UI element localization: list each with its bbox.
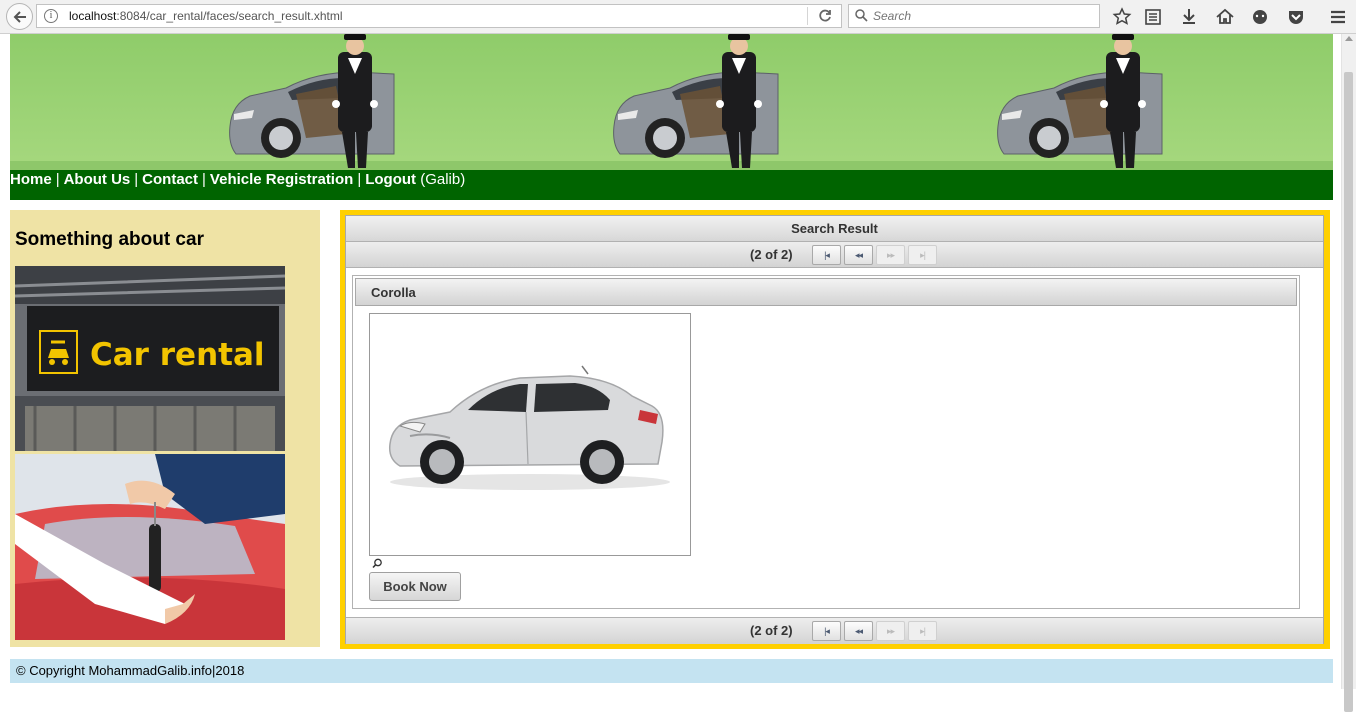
search-icon [855,9,868,22]
chauffeur-car-illustration [613,34,779,168]
car-image-frame[interactable] [369,313,691,556]
home-icon[interactable] [1215,7,1235,27]
main-navigation: Home | About Us | Contact | Vehicle Registrati… [10,170,1333,200]
reading-list-icon[interactable] [1143,7,1163,27]
url-host: localhost [69,9,117,23]
logged-in-user: (Galib) [420,171,466,188]
footer: © Copyright MohammadGalib.info|2018 [10,659,1333,683]
bookmark-star-icon[interactable] [1112,7,1132,27]
info-icon[interactable]: i [44,9,58,23]
car-image [388,365,670,490]
chauffeur-car-illustration [997,34,1163,168]
scrollbar-thumb[interactable] [1344,72,1353,712]
scroll-up-arrow-icon[interactable] [1345,36,1353,41]
browser-search-input[interactable] [873,7,1093,25]
url-text[interactable]: localhost:8084/car_rental/faces/search_r… [69,9,343,23]
menu-icon[interactable] [1328,7,1348,27]
browser-search-bar[interactable] [848,4,1100,28]
sign-text: Car rental [90,337,265,373]
car-name: Corolla [355,278,1297,306]
first-page-button[interactable]: |◂ [812,621,841,641]
browser-toolbar: i localhost:8084/car_rental/faces/search… [0,0,1356,34]
chat-icon[interactable] [1250,7,1270,27]
header-banner [10,34,1333,171]
next-page-button[interactable]: ▸▸ [876,245,905,265]
sidebar: Something about car Car rental [10,210,320,647]
prev-page-button[interactable]: ◂◂ [844,245,873,265]
nav-contact-link[interactable]: Contact [142,171,198,188]
page-count: (2 of 2) [750,623,793,638]
download-icon[interactable] [1179,7,1199,27]
page-count: (2 of 2) [750,247,793,262]
url-divider [807,7,808,25]
bottom-paginator: (2 of 2) |◂ ◂◂ ▸▸ ▸| [346,617,1323,644]
nav-about-link[interactable]: About Us [64,171,131,188]
zoom-icon[interactable] [372,558,383,569]
reload-icon[interactable] [817,8,833,24]
car-keys-image [15,454,285,640]
sidebar-title: Something about car [15,229,204,250]
back-button[interactable] [6,3,33,30]
book-now-button[interactable]: Book Now [369,572,461,601]
arrow-left-icon [13,11,26,23]
nav-separator: | [202,171,206,188]
prev-page-button[interactable]: ◂◂ [844,621,873,641]
address-bar[interactable]: i localhost:8084/car_rental/faces/search… [36,4,842,28]
search-result-header: Search Result [346,216,1323,242]
nav-separator: | [134,171,139,188]
nav-logout-link[interactable]: Logout [365,171,416,188]
last-page-button[interactable]: ▸| [908,245,937,265]
top-paginator: (2 of 2) |◂ ◂◂ ▸▸ ▸| [346,242,1323,268]
last-page-button[interactable]: ▸| [908,621,937,641]
nav-vehicle-registration-link[interactable]: Vehicle Registration [210,171,353,188]
search-result-container: Search Result (2 of 2) |◂ ◂◂ ▸▸ ▸| Corol… [340,210,1330,649]
pocket-icon[interactable] [1286,7,1306,27]
chauffeur-car-illustration [229,34,395,168]
car-rental-sign-image: Car rental [15,266,285,451]
nav-separator: | [55,171,60,188]
first-page-button[interactable]: |◂ [812,245,841,265]
nav-separator: | [357,171,362,188]
next-page-button[interactable]: ▸▸ [876,621,905,641]
search-result-panel: Search Result (2 of 2) |◂ ◂◂ ▸▸ ▸| Corol… [345,215,1324,644]
page-scrollbar[interactable] [1341,34,1356,712]
nav-home-link[interactable]: Home [10,171,52,188]
url-path: :8084/car_rental/faces/search_result.xht… [116,9,343,23]
car-card: Corolla Book Now [352,275,1300,609]
